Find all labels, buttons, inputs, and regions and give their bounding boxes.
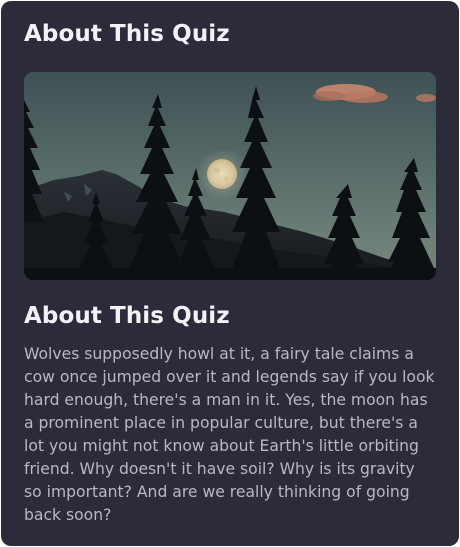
section-heading: About This Quiz: [24, 303, 230, 329]
quiz-description: Wolves supposedly howl at it, a fairy ta…: [24, 345, 435, 524]
quiz-hero-image: [24, 72, 436, 280]
card-title: About This Quiz: [24, 21, 230, 47]
quiz-info-card: About This Quiz About This Quiz Wolves s…: [1, 1, 459, 546]
